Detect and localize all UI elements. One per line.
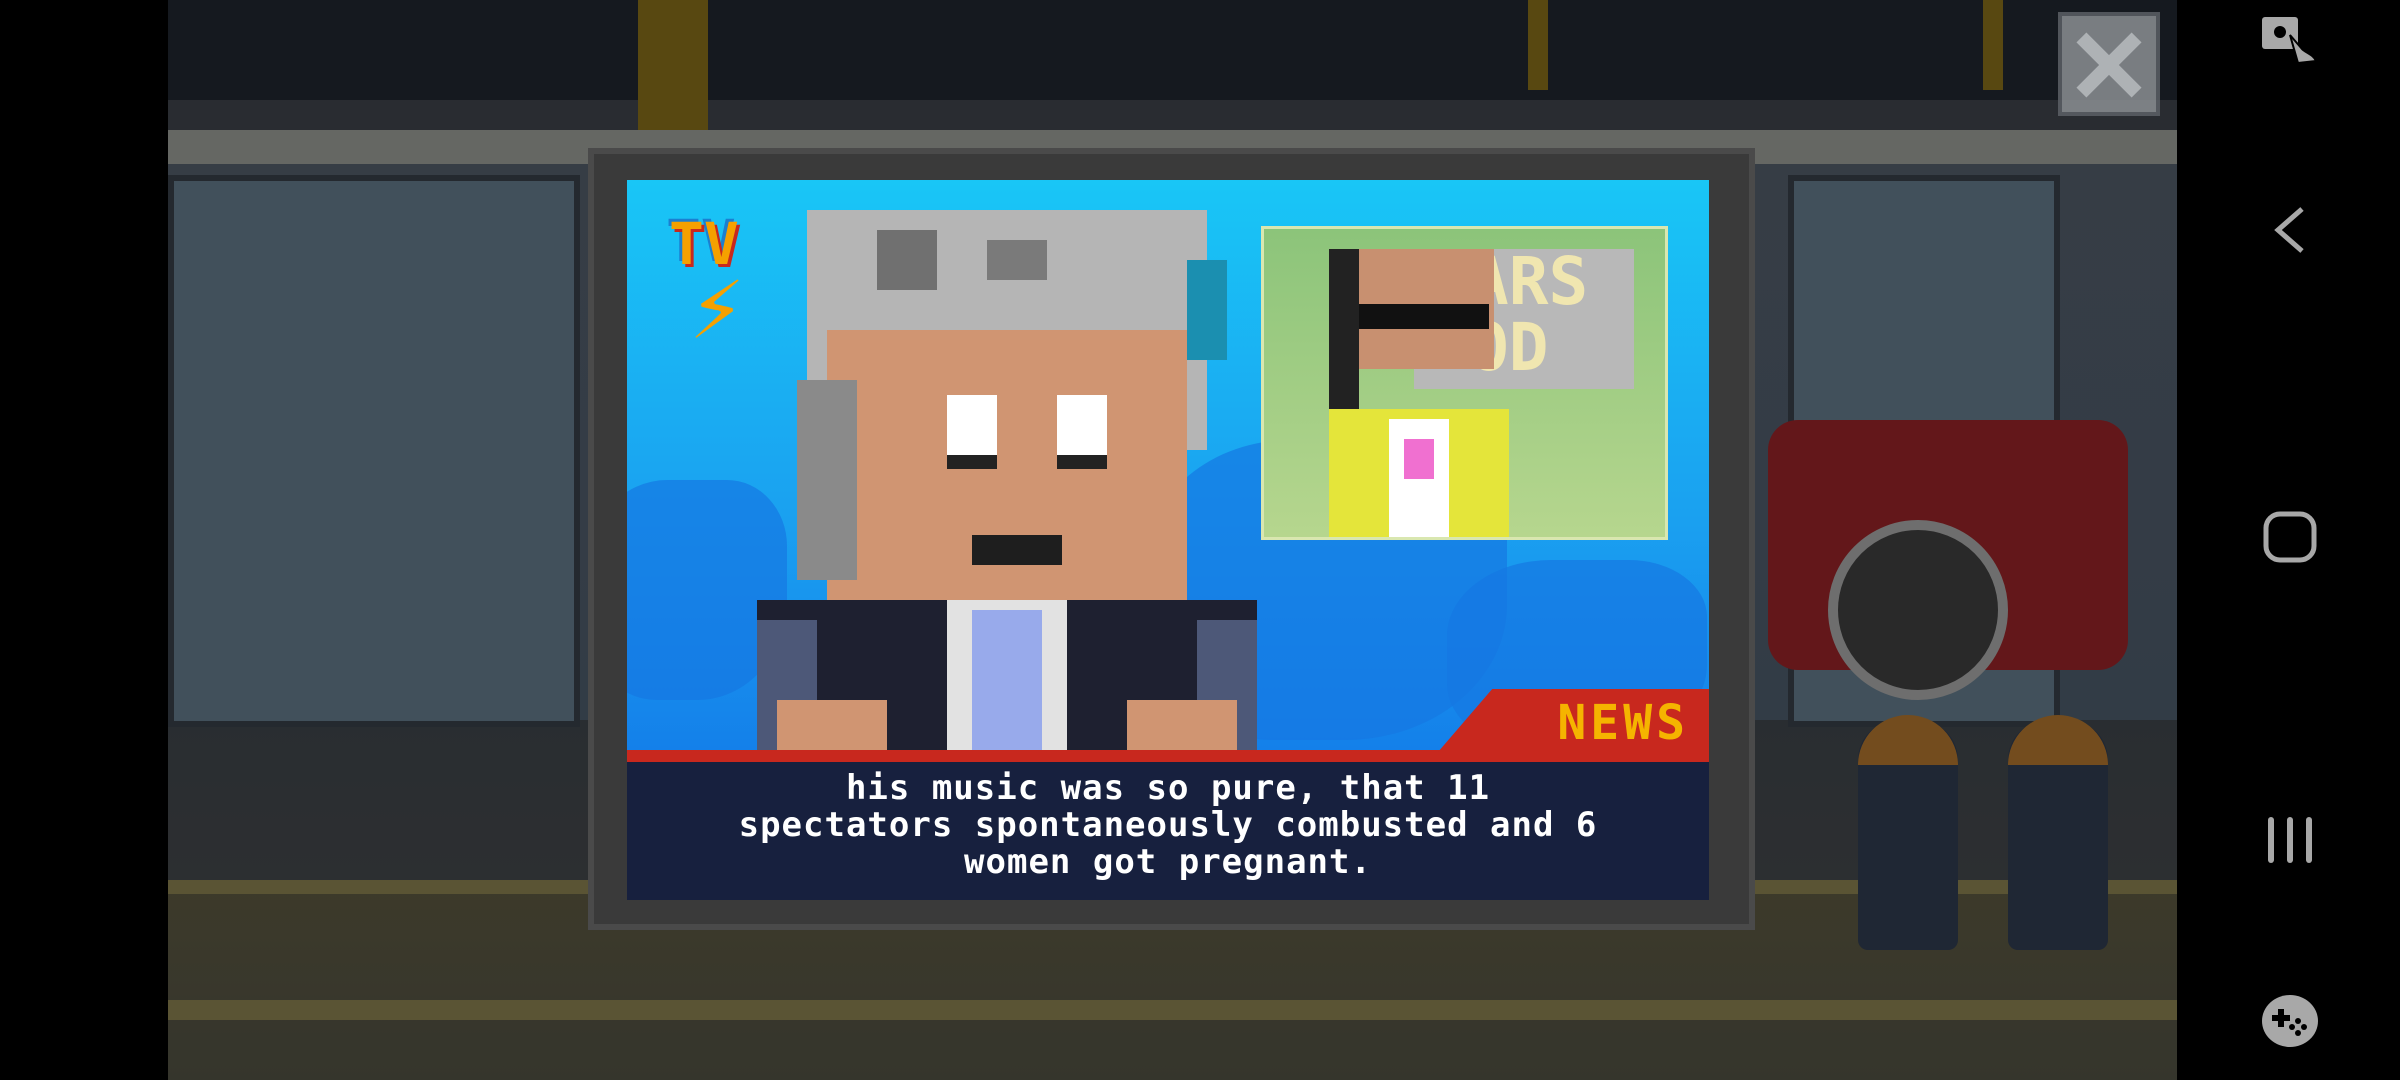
caption-line: his music was so pure, that 11: [845, 768, 1491, 808]
inset-news-image: ARS OD: [1261, 226, 1668, 540]
touch-lock-icon[interactable]: [2260, 15, 2320, 69]
news-tag-text: NEWS: [1557, 695, 1689, 751]
game-tools-icon[interactable]: [2260, 993, 2320, 1053]
back-icon[interactable]: [2270, 205, 2310, 259]
home-icon[interactable]: [2262, 510, 2318, 570]
caption-line: women got pregnant.: [964, 842, 1372, 882]
tv-channel-logo: TV ⚡: [669, 210, 796, 410]
inset-sign-text: ARS OD: [1469, 243, 1589, 386]
recents-icon[interactable]: [2265, 815, 2315, 869]
news-caption: his music was so pure, that 11 spectator…: [627, 762, 1709, 900]
caption-line: spectators spontaneously combusted and 6: [738, 805, 1598, 845]
close-button[interactable]: [2058, 12, 2160, 116]
lightning-icon: ⚡: [689, 264, 746, 357]
